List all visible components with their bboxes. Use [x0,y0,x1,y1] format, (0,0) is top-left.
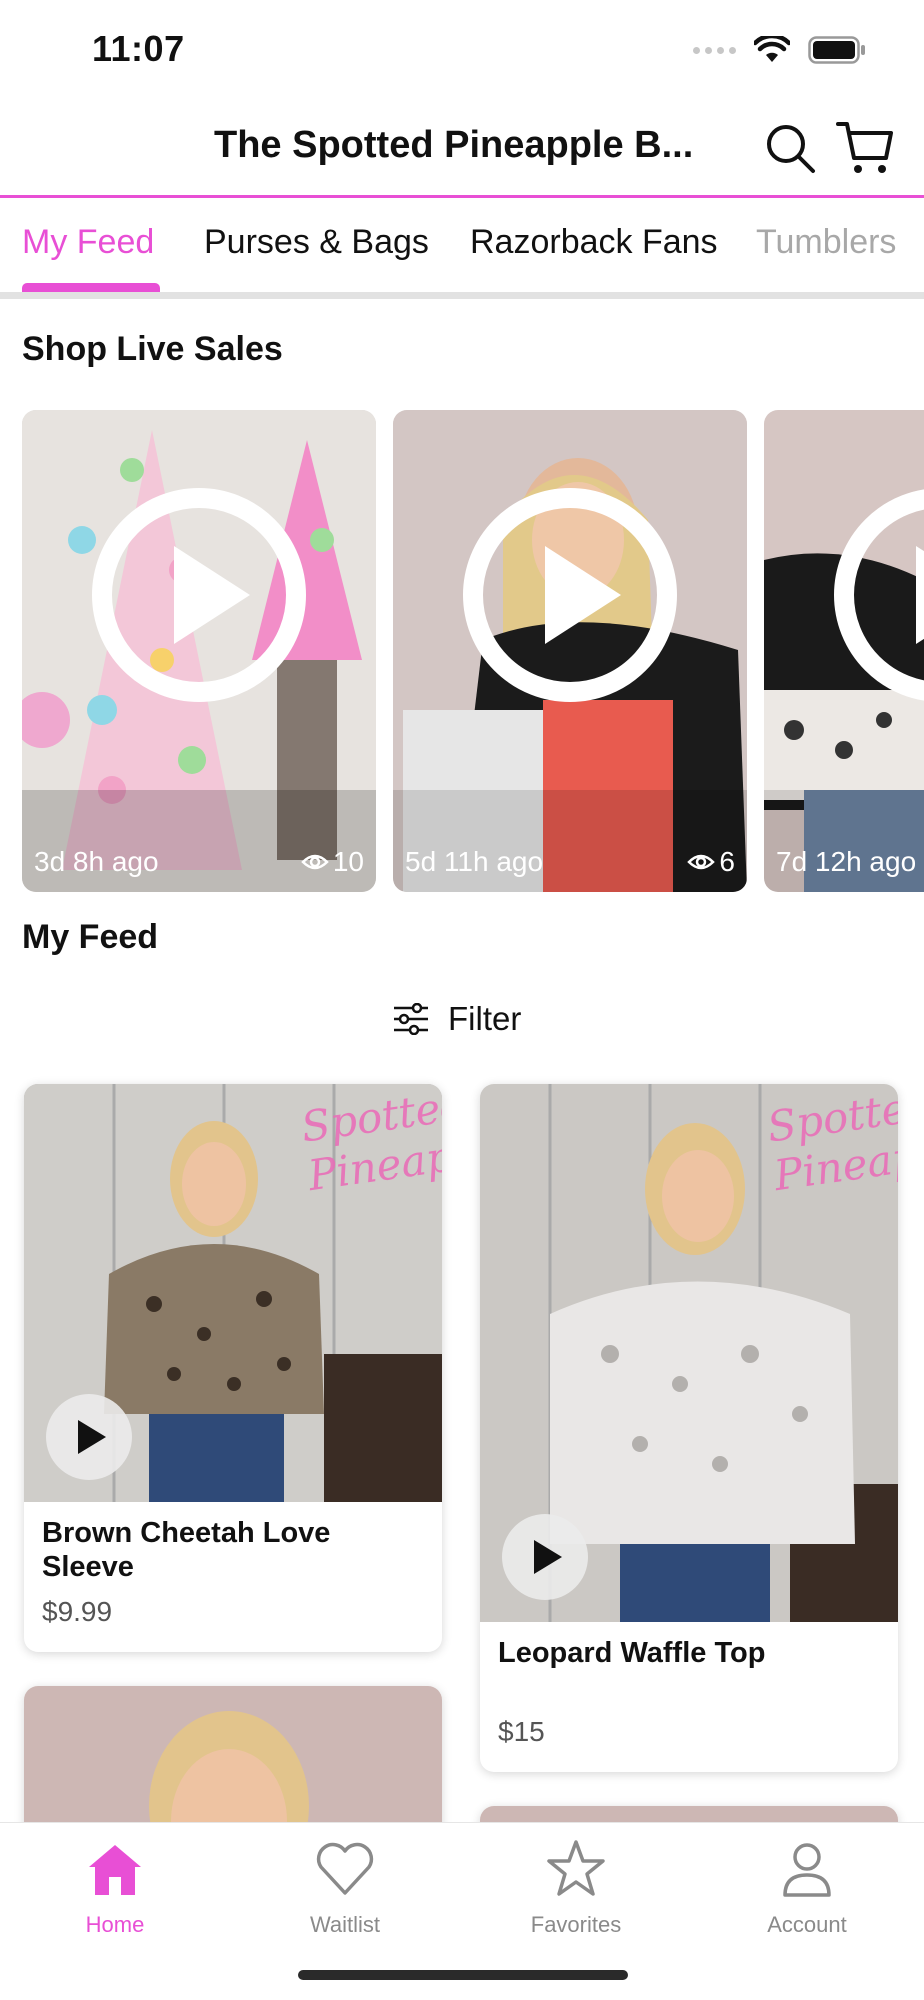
wifi-icon [754,36,790,62]
live-sale-card[interactable]: 7d 12h ago [764,410,924,892]
live-time-ago: 7d 12h ago [776,846,917,877]
eye-icon [301,854,329,870]
filter-icon [394,1003,428,1035]
product-name: Leopard Waffle Top [498,1637,766,1669]
live-time-ago: 3d 8h ago [34,846,159,877]
product-price: $9.99 [42,1596,113,1627]
home-icon [89,1845,141,1895]
search-icon[interactable] [764,122,816,174]
nav-waitlist[interactable]: Waitlist [270,1837,420,1938]
active-tab-indicator [22,283,160,292]
tab-my-feed[interactable]: My Feed [22,223,154,262]
app-header: The Spotted Pineapple B... [0,100,924,198]
view-count-value: 10 [332,846,364,877]
live-sales-heading: Shop Live Sales [22,330,283,368]
nav-favorites-label: Favorites [530,1912,622,1937]
cellular-signal-icon [693,46,736,54]
view-count-value: 6 [719,846,735,877]
nav-account-label: Account [767,1912,847,1937]
product-image: Spotted Pineapple [24,1084,442,1502]
home-indicator [298,1970,628,1980]
battery-icon [808,36,865,64]
brand-watermark: Spotted Pineapple [298,1084,442,1201]
play-icon[interactable] [46,1394,132,1480]
live-time-ago: 5d 11h ago [405,846,544,877]
store-title: The Spotted Pineapple B... [214,124,694,166]
user-icon [783,1843,831,1897]
live-sale-card[interactable]: 5d 11h ago 6 [393,410,747,892]
tab-purses-bags[interactable]: Purses & Bags [204,223,429,262]
tab-razorback-fans[interactable]: Razorback Fans [470,223,718,262]
status-icons [693,36,866,64]
product-name: Brown Cheetah Love Sleeve [42,1517,331,1583]
filter-button[interactable]: Filter [392,1000,521,1038]
play-icon[interactable] [92,488,306,702]
play-icon[interactable] [502,1514,588,1600]
product-price: $15 [498,1716,545,1747]
heart-icon [316,1842,374,1895]
nav-account[interactable]: Account [732,1837,882,1938]
status-bar: 11:07 [0,0,924,100]
product-card[interactable]: Spotted Pineapple Leopard Waffle Top $15 [480,1084,898,1772]
category-tab-bar: My Feed Purses & Bags Razorback Fans Tum… [0,201,924,299]
live-view-count: 10 [301,846,364,878]
status-time: 11:07 [92,28,185,69]
nav-home[interactable]: Home [40,1837,190,1938]
filter-label: Filter [448,1000,522,1037]
play-icon[interactable] [463,488,677,702]
tab-tumblers[interactable]: Tumblers [756,223,896,262]
live-sales-carousel[interactable]: 3d 8h ago 10 5d 11h ago 6 7d 12h ago [22,410,924,892]
nav-home-label: Home [85,1912,145,1937]
live-sale-card[interactable]: 3d 8h ago 10 [22,410,376,892]
brand-watermark: Spotted Pineapple [764,1084,898,1201]
nav-favorites[interactable]: Favorites [501,1837,651,1938]
eye-icon [687,854,716,870]
product-card[interactable]: Spotted Pineapple Brown Cheetah Love Slee… [24,1084,442,1652]
feed-heading: My Feed [22,918,159,956]
cart-icon[interactable] [836,120,894,176]
nav-waitlist-label: Waitlist [309,1912,381,1937]
star-icon [547,1840,605,1896]
product-image: Spotted Pineapple [480,1084,898,1622]
live-view-count: 6 [687,846,735,878]
